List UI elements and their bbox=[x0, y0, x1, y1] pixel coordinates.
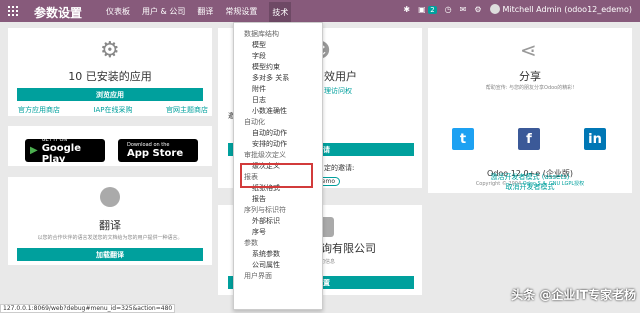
dropdown-item[interactable]: 附件 bbox=[234, 82, 322, 93]
watermark: 头条 @企业IT专家老杨 bbox=[511, 288, 636, 302]
dropdown-header: 自动化 bbox=[244, 118, 265, 126]
dropdown-item[interactable]: 公司属性 bbox=[234, 258, 322, 269]
dropdown-item[interactable]: 外部标识 bbox=[234, 214, 322, 225]
dropdown-header: 序列与标识符 bbox=[244, 206, 286, 214]
dropdown-item[interactable]: 自动的动作 bbox=[234, 126, 322, 137]
app-store-link[interactable]: 官方应用商店 bbox=[18, 105, 60, 115]
translate-title: 翻译 bbox=[99, 219, 121, 232]
dropdown-item[interactable]: 系统参数 bbox=[234, 247, 322, 258]
google-play-badge[interactable]: ▶ GET IT ON Google Play bbox=[25, 137, 105, 165]
facebook-icon[interactable]: f bbox=[518, 128, 540, 150]
users-title: 效用户 bbox=[324, 70, 357, 83]
twitter-icon[interactable]: t bbox=[452, 128, 474, 150]
clock-icon[interactable]: ◷ bbox=[445, 5, 452, 14]
user-name: Mitchell Admin (odoo12_edemo) bbox=[502, 4, 632, 14]
dropdown-item[interactable]: 小数准确性 bbox=[234, 104, 322, 115]
dropdown-header: 参数 bbox=[244, 239, 258, 247]
dropdown-header: 审批级次定义 bbox=[244, 151, 286, 159]
iap-link[interactable]: IAP在线采购 bbox=[93, 105, 132, 115]
bug-icon[interactable]: ✱ bbox=[403, 5, 410, 14]
mobile-apps-card: ▶ GET IT ON Google Play Download on the Ap… bbox=[8, 126, 212, 166]
store-links: 官方应用商店 IAP在线采购 官网主题商店 bbox=[18, 105, 208, 115]
dropdown-item[interactable]: 序号 bbox=[234, 225, 322, 236]
dropdown-item[interactable]: 模型约束 bbox=[234, 60, 322, 71]
share-title: 分享 bbox=[519, 70, 541, 83]
chat-icon[interactable]: ▣ 2 bbox=[418, 5, 437, 14]
translate-desc: 以您的合作伙伴的语言发送您的文档给为您的用户提供一种语言。 bbox=[37, 235, 183, 241]
apple-big-text: App Store bbox=[127, 148, 184, 159]
gear-icon: ⚙ bbox=[100, 38, 120, 63]
developer-links: 激活开发者模式 (assets) 取消开发者模式 bbox=[428, 172, 632, 192]
dropdown-item[interactable]: 报告 bbox=[234, 192, 322, 203]
linkedin-icon[interactable]: in bbox=[584, 128, 606, 150]
apps-card: ⚙ 10 已安装的应用 浏览应用 官方应用商店 IAP在线采购 官网主题商店 bbox=[8, 28, 212, 116]
highlight-box bbox=[240, 163, 313, 188]
activate-dev-mode-assets-link[interactable]: 激活开发者模式 (assets) bbox=[428, 172, 632, 182]
apps-count: 10 已安装的应用 bbox=[68, 70, 152, 83]
avatar bbox=[489, 4, 500, 14]
share-card: ⋖ 分享 帮助宣传: 与您的朋友分享Odoo的精彩! t f in Odoo 1… bbox=[428, 28, 632, 193]
apps-grid-icon[interactable] bbox=[8, 6, 18, 16]
dropdown-item[interactable]: 安排的动作 bbox=[234, 137, 322, 148]
pending-invites-label: 定的邀请: bbox=[324, 164, 355, 172]
browse-apps-button[interactable]: 浏览应用 bbox=[17, 88, 203, 101]
dropdown-item[interactable]: 多对多 关系 bbox=[234, 71, 322, 82]
dropdown-header: 数据库结构 bbox=[244, 30, 279, 38]
dropdown-header: 用户界面 bbox=[244, 272, 272, 280]
chat-count-badge: 2 bbox=[428, 5, 437, 14]
google-big-text: Google Play bbox=[41, 142, 82, 165]
systray: ✱ ▣ 2 ◷ ✉ ⚙ Mitchell Admin (odoo12_edemo… bbox=[403, 4, 632, 14]
menu-users-companies[interactable]: 用户 & 公司 bbox=[142, 6, 185, 24]
menu-technical[interactable]: 技术 bbox=[269, 2, 292, 24]
page-title: 参数设置 bbox=[34, 6, 83, 20]
translate-card: 翻译 以您的合作伙伴的语言发送您的文档给为您的用户提供一种语言。 加载翻译 bbox=[8, 177, 212, 265]
menu-dashboard[interactable]: 仪表板 bbox=[106, 6, 130, 24]
settings-icon[interactable]: ⚙ bbox=[474, 5, 481, 14]
user-menu[interactable]: Mitchell Admin (odoo12_edemo) bbox=[489, 4, 632, 14]
deactivate-dev-mode-link[interactable]: 取消开发者模式 bbox=[428, 182, 632, 192]
manage-access-link[interactable]: 理访问权 bbox=[324, 86, 352, 96]
share-desc: 帮助宣传: 与您的朋友分享Odoo的精彩! bbox=[485, 85, 575, 91]
top-navbar: 参数设置 仪表板 用户 & 公司 翻译 常规设置 技术 ✱ ▣ 2 ◷ ✉ ⚙ … bbox=[0, 0, 640, 24]
status-url: 127.0.0.1:8069/web?debug#menu_id=325&act… bbox=[0, 304, 176, 313]
dropdown-item[interactable]: 模型 bbox=[234, 38, 322, 49]
globe-icon bbox=[100, 187, 120, 207]
play-icon: ▶ bbox=[30, 145, 38, 156]
discuss-icon[interactable]: ✉ bbox=[460, 5, 467, 14]
theme-store-link[interactable]: 官网主题商店 bbox=[166, 105, 208, 115]
dropdown-item[interactable]: 日志 bbox=[234, 93, 322, 104]
share-icon: ⋖ bbox=[520, 38, 537, 62]
app-store-badge[interactable]: Download on the App Store bbox=[118, 139, 198, 162]
menu-translations[interactable]: 翻译 bbox=[197, 6, 213, 24]
load-translation-button[interactable]: 加载翻译 bbox=[17, 248, 203, 261]
dropdown-item[interactable]: 字段 bbox=[234, 49, 322, 60]
